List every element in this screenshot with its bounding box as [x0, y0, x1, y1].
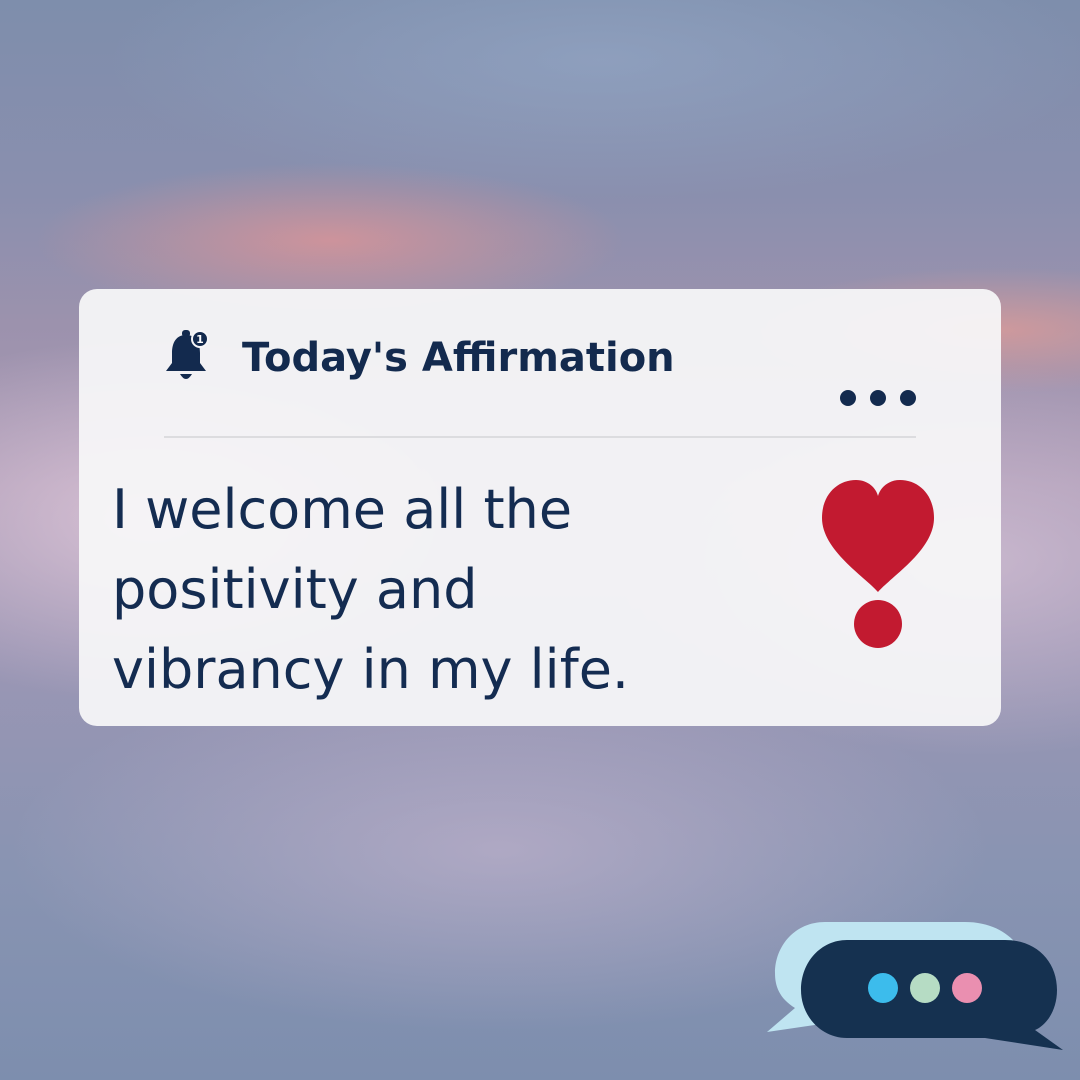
chat-bubbles-icon: [767, 922, 1063, 1050]
affirmation-text: I welcome all the positivity and vibranc…: [112, 470, 752, 710]
affirmation-line-2: positivity and: [112, 558, 478, 621]
notification-count: 1: [196, 333, 204, 346]
heart-exclamation-icon: [822, 480, 934, 648]
card-title: Today's Affirmation: [242, 335, 675, 381]
affirmation-line-3: vibrancy in my life.: [112, 638, 630, 701]
divider: [164, 436, 916, 438]
bell-icon[interactable]: 1: [162, 327, 212, 387]
affirmation-line-1: I welcome all the: [112, 478, 573, 541]
more-options-icon[interactable]: [838, 388, 918, 408]
